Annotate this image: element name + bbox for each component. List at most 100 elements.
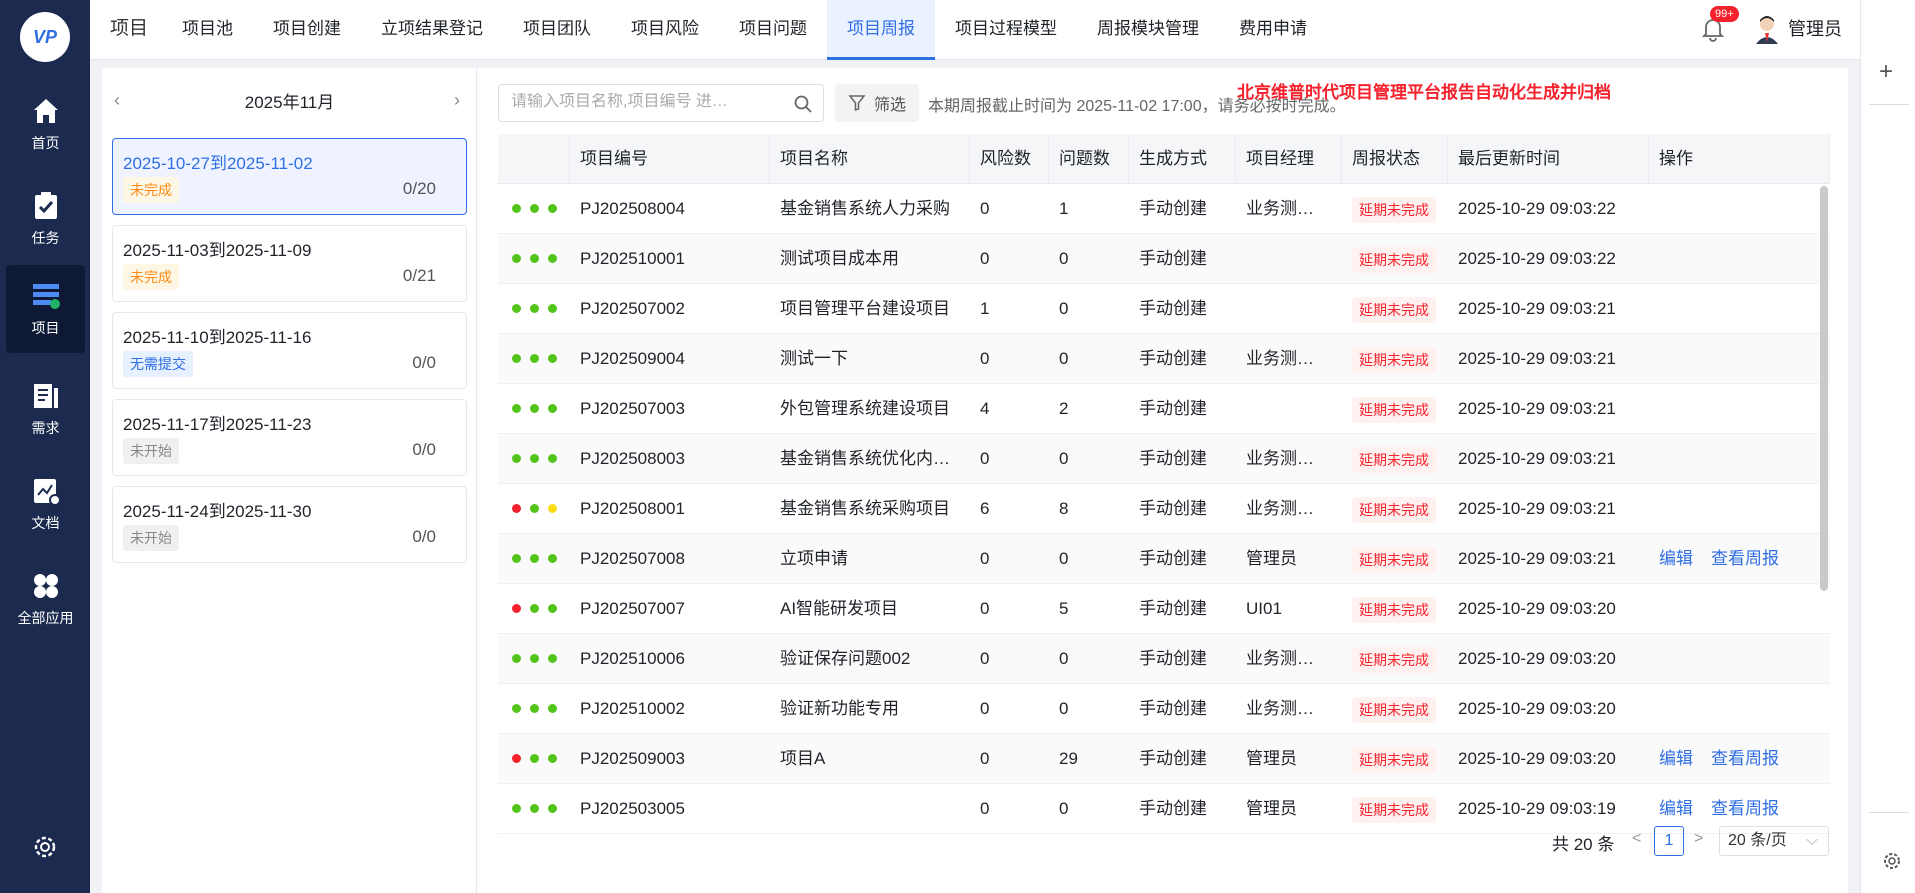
menu-item-expense[interactable]: 费用申请: [1219, 0, 1327, 60]
table-row[interactable]: PJ202507007 AI智能研发项目 0 5 手动创建 UI01 延期未完成 2025-1…: [498, 584, 1830, 634]
user-name[interactable]: 管理员: [1788, 0, 1842, 58]
nav-item-home[interactable]: 首页: [6, 80, 85, 168]
project-name: AI智能研发项目: [780, 599, 899, 618]
issue-count: 0: [1059, 549, 1069, 568]
generation-mode: 手动创建: [1139, 299, 1207, 318]
project-code: PJ202507007: [580, 599, 685, 618]
project-icon: [32, 284, 60, 309]
module-title: 项目: [110, 18, 149, 39]
edit-link[interactable]: 编辑: [1659, 549, 1693, 568]
project-code: PJ202507003: [580, 399, 685, 418]
status-dot-icon: [512, 554, 521, 563]
table-row[interactable]: PJ202508004 基金销售系统人力采购 0 1 手动创建 业务测… 延期未完成 2025…: [498, 184, 1830, 234]
table-row[interactable]: PJ202503005 0 0 手动创建 管理员 延期未完成 2025-10-29 09:0…: [498, 784, 1830, 834]
issue-count: 0: [1059, 299, 1069, 318]
last-updated: 2025-10-29 09:03:21: [1458, 349, 1616, 368]
status-dot-icon: [512, 204, 521, 213]
table-row[interactable]: PJ202510002 验证新功能专用 0 0 手动创建 业务测… 延期未完成 2025-10…: [498, 684, 1830, 734]
filter-icon: [848, 95, 866, 112]
chevron-right-icon[interactable]: ›: [454, 90, 460, 111]
table-row[interactable]: PJ202508003 基金销售系统优化内… 0 0 手动创建 业务测… 延期未完成 2025…: [498, 434, 1830, 484]
menu-item-project-team[interactable]: 项目团队: [503, 0, 611, 60]
project-name: 测试一下: [780, 349, 848, 368]
generation-mode: 手动创建: [1139, 549, 1207, 568]
week-card[interactable]: 2025-11-24到2025-11-30 未开始 0/0: [112, 486, 467, 563]
menu-item-report-module[interactable]: 周报模块管理: [1077, 0, 1219, 60]
issue-count: 29: [1059, 749, 1078, 768]
search-box: [498, 84, 824, 122]
issue-count: 1: [1059, 199, 1069, 218]
table-scrollbar[interactable]: [1820, 186, 1828, 591]
pagination-page[interactable]: 1: [1654, 826, 1684, 856]
view-report-link[interactable]: 查看周报: [1711, 549, 1779, 568]
week-card[interactable]: 2025-11-03到2025-11-09 未完成 0/21: [112, 225, 467, 302]
plus-icon[interactable]: +: [1879, 58, 1893, 86]
table-row[interactable]: PJ202508001 基金销售系统采购项目 6 8 手动创建 业务测… 延期未完成 2025…: [498, 484, 1830, 534]
week-card[interactable]: 2025-11-17到2025-11-23 未开始 0/0: [112, 399, 467, 476]
status-dot-icon: [548, 354, 557, 363]
chevron-right-icon[interactable]: >: [1694, 830, 1703, 848]
nav-label-task: 任务: [31, 230, 60, 246]
week-card[interactable]: 2025-11-10到2025-11-16 无需提交 0/0: [112, 312, 467, 389]
week-range: 2025-11-24到2025-11-30: [123, 502, 312, 521]
project-name: 立项申请: [780, 549, 848, 568]
table-row[interactable]: PJ202510001 测试项目成本用 0 0 手动创建 延期未完成 2025-10-29 …: [498, 234, 1830, 284]
week-card[interactable]: 2025-10-27到2025-11-02 未完成 0/20: [112, 138, 467, 215]
filter-button[interactable]: 筛选: [835, 84, 919, 122]
project-name: 基金销售系统人力采购: [780, 199, 950, 218]
last-updated: 2025-10-29 09:03:22: [1458, 249, 1616, 268]
nav-item-project[interactable]: 项目: [6, 265, 85, 353]
nav-item-document[interactable]: 文档: [6, 460, 85, 548]
menu-item-project-issue[interactable]: 项目问题: [719, 0, 827, 60]
page-size-select[interactable]: 20 条/页 ⌵: [1719, 826, 1829, 856]
issue-count: 0: [1059, 449, 1069, 468]
table-row[interactable]: PJ202507008 立项申请 0 0 手动创建 管理员 延期未完成 2025-10-29 …: [498, 534, 1830, 584]
search-input[interactable]: [511, 93, 779, 111]
column-header-ops: 操作: [1649, 134, 1830, 183]
edit-link[interactable]: 编辑: [1659, 799, 1693, 818]
table-row[interactable]: PJ202507003 外包管理系统建设项目 4 2 手动创建 延期未完成 2025-10-…: [498, 384, 1830, 434]
menu-item-project-pool[interactable]: 项目池: [162, 0, 253, 60]
last-updated: 2025-10-29 09:03:20: [1458, 749, 1616, 768]
gear-icon[interactable]: [1881, 850, 1903, 872]
health-indicator: [498, 384, 570, 433]
table-row[interactable]: PJ202509003 项目A 0 29 手动创建 管理员 延期未完成 2025-10-29 …: [498, 734, 1830, 784]
status-badge: 延期未完成: [1352, 746, 1436, 773]
report-status-cell: 延期未完成: [1342, 434, 1448, 483]
nav-item-requirement[interactable]: 需求: [6, 365, 85, 453]
generation-mode: 手动创建: [1139, 249, 1207, 268]
view-report-link[interactable]: 查看周报: [1711, 749, 1779, 768]
chevron-left-icon[interactable]: <: [1632, 830, 1641, 848]
health-indicator: [498, 334, 570, 383]
status-dot-icon: [530, 354, 539, 363]
risk-count: 0: [980, 799, 990, 818]
settings-icon[interactable]: [30, 832, 60, 862]
table-row[interactable]: PJ202510006 验证保存问题002 0 0 手动创建 业务测… 延期未完成 2025-…: [498, 634, 1830, 684]
menu-item-process-model[interactable]: 项目过程模型: [935, 0, 1077, 60]
menu-item-approval-register[interactable]: 立项结果登记: [361, 0, 503, 60]
project-name: 测试项目成本用: [780, 249, 899, 268]
week-status-tag: 未完成: [123, 264, 179, 290]
table-row[interactable]: PJ202507002 项目管理平台建设项目 1 0 手动创建 延期未完成 2025-10-…: [498, 284, 1830, 334]
menu-item-project-create[interactable]: 项目创建: [253, 0, 361, 60]
view-report-link[interactable]: 查看周报: [1711, 799, 1779, 818]
status-dot-icon: [512, 604, 521, 613]
menu-item-weekly-report[interactable]: 项目周报: [827, 0, 935, 60]
week-status-tag: 未开始: [123, 525, 179, 551]
risk-count: 4: [980, 399, 990, 418]
nav-item-all-apps[interactable]: 全部应用: [6, 555, 85, 643]
report-status-cell: 延期未完成: [1342, 334, 1448, 383]
rail-divider: [1869, 812, 1909, 813]
issue-count: 2: [1059, 399, 1069, 418]
menu-item-project-risk[interactable]: 项目风险: [611, 0, 719, 60]
avatar[interactable]: [1753, 14, 1781, 44]
edit-link[interactable]: 编辑: [1659, 749, 1693, 768]
status-dot-icon: [548, 204, 557, 213]
status-dot-icon: [512, 304, 521, 313]
app-logo[interactable]: VP: [20, 12, 70, 62]
search-icon[interactable]: [793, 94, 813, 114]
week-range: 2025-11-17到2025-11-23: [123, 415, 312, 434]
nav-item-task[interactable]: 任务: [6, 175, 85, 263]
table-row[interactable]: PJ202509004 测试一下 0 0 手动创建 业务测… 延期未完成 2025-10-29…: [498, 334, 1830, 384]
logo-text: VP: [32, 26, 57, 47]
